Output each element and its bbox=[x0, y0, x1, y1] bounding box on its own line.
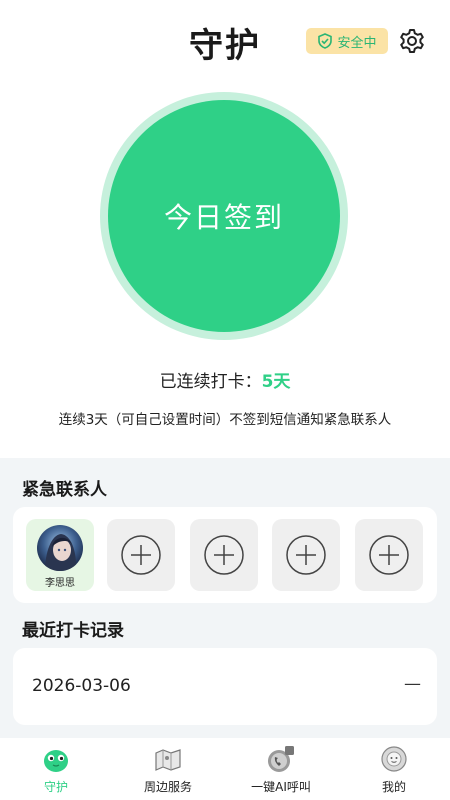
header: 守护 安全中 bbox=[0, 0, 450, 84]
add-contact-button[interactable] bbox=[107, 519, 175, 591]
plus-circle-icon bbox=[369, 535, 409, 575]
tab-label: 周边服务 bbox=[143, 780, 192, 794]
tab-nearby-services[interactable]: 周边服务 bbox=[113, 744, 223, 795]
add-contact-button[interactable] bbox=[355, 519, 423, 591]
checkin-button[interactable]: 今日签到 bbox=[108, 100, 340, 332]
streak-label: 已连续打卡： bbox=[159, 372, 262, 392]
tab-label: 我的 bbox=[381, 780, 406, 794]
tab-ai-call[interactable]: 一键AI呼叫 bbox=[226, 744, 336, 795]
record-status: — bbox=[404, 674, 421, 694]
tab-mine[interactable]: 我的 bbox=[339, 744, 449, 795]
streak-text: 已连续打卡：5天 bbox=[0, 367, 450, 392]
safety-status-label: 安全中 bbox=[337, 35, 377, 51]
record-date: 2026-03-06 bbox=[32, 676, 131, 696]
profile-icon bbox=[381, 746, 407, 772]
add-contact-button[interactable] bbox=[272, 519, 340, 591]
contacts-card: 李思思 bbox=[13, 507, 437, 603]
map-icon bbox=[155, 749, 181, 771]
safety-status-badge: 安全中 bbox=[306, 28, 388, 54]
tab-label: 守护 bbox=[43, 780, 68, 794]
plus-circle-icon bbox=[121, 535, 161, 575]
shield-check-icon bbox=[318, 33, 333, 49]
streak-days: 5天 bbox=[261, 372, 291, 392]
add-contact-button[interactable] bbox=[190, 519, 258, 591]
gear-icon[interactable] bbox=[398, 27, 426, 55]
plus-circle-icon bbox=[204, 535, 244, 575]
tab-label: 一键AI呼叫 bbox=[251, 780, 311, 794]
records-section-title: 最近打卡记录 bbox=[22, 621, 124, 641]
checkin-notice: 连续3天（可自己设置时间）不签到短信通知紧急联系人 bbox=[58, 412, 392, 428]
record-item[interactable]: 2026-03-06 — bbox=[13, 648, 437, 725]
plus-circle-icon bbox=[286, 535, 326, 575]
checkin-button-label: 今日签到 bbox=[163, 201, 284, 234]
green-mascot-icon bbox=[44, 750, 68, 772]
bottom-tab-bar: 守护 周边服务 一键AI呼叫 我的 bbox=[0, 738, 450, 800]
contact-item[interactable]: 李思思 bbox=[26, 519, 94, 591]
contact-name: 李思思 bbox=[45, 578, 75, 589]
avatar bbox=[37, 525, 83, 571]
tab-guard[interactable]: 守护 bbox=[1, 744, 111, 795]
contacts-section-title: 紧急联系人 bbox=[22, 480, 107, 500]
checkin-ring: 今日签到 bbox=[100, 92, 348, 340]
phone-call-icon bbox=[268, 746, 294, 772]
